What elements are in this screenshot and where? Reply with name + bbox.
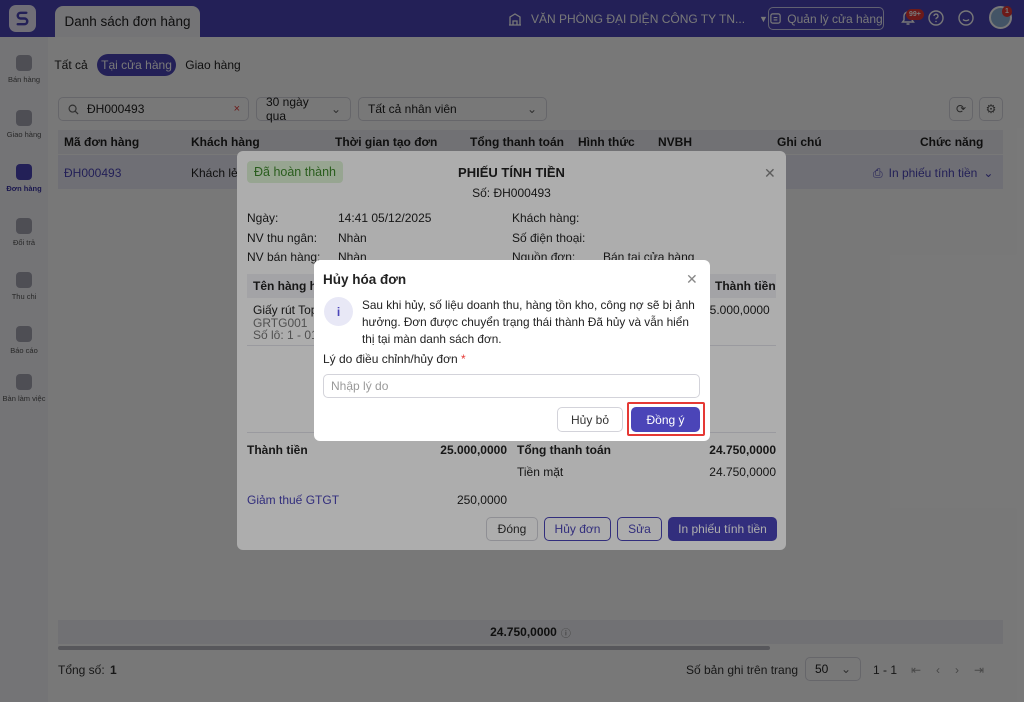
info-icon: i <box>324 297 353 326</box>
required-mark: * <box>460 352 466 366</box>
highlight-box <box>627 402 705 436</box>
reason-input[interactable] <box>323 374 700 398</box>
reason-label: Lý do điều chỉnh/hủy đơn * <box>323 352 466 366</box>
dialog-message: Sau khi hủy, số liệu doanh thu, hàng tồn… <box>362 298 695 346</box>
dialog-title: Hủy hóa đơn <box>323 272 407 287</box>
dialog-cancel-button[interactable]: Hủy bỏ <box>557 407 623 432</box>
close-icon[interactable]: ✕ <box>686 271 698 288</box>
